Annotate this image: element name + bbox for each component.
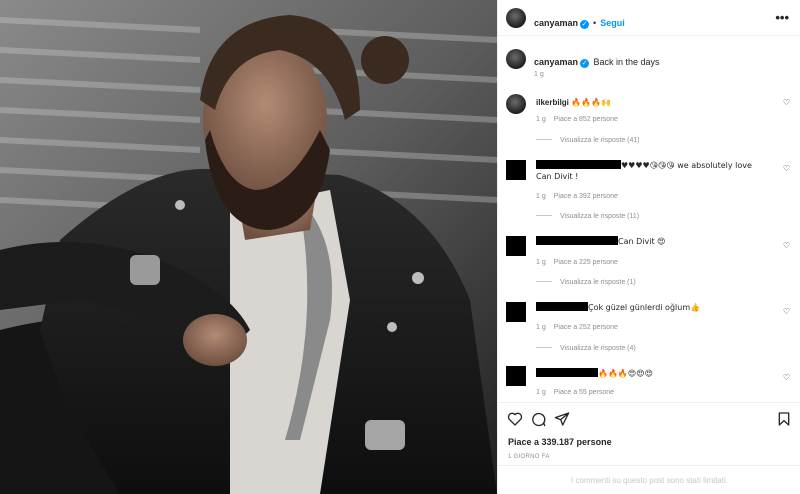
comments-limited-notice: I commenti su questo post sono stati lim…: [498, 465, 800, 494]
action-bar: Piace a 339.187 persone 1 GIORNO FA I co…: [498, 402, 800, 494]
redacted-username: [536, 368, 598, 377]
view-replies-button[interactable]: Visualizza le risposte (41): [536, 137, 640, 144]
comment-line: ilkerbilgi 🔥🔥🔥🙌: [536, 97, 766, 108]
comment-like-icon[interactable]: ♡: [783, 241, 790, 250]
comment-text: Çok güzel günlerdi oğlum👍: [588, 303, 701, 312]
comment-time: 1 g: [536, 193, 546, 200]
caption-avatar[interactable]: [506, 49, 526, 69]
comment-like-icon[interactable]: ♡: [783, 307, 790, 316]
comment-line: Can Divit 😍: [536, 236, 766, 247]
comment-line: 🔥🔥🔥😍😍😍: [536, 368, 766, 379]
comment-username[interactable]: ilkerbilgi: [536, 98, 569, 107]
view-replies-button[interactable]: Visualizza le risposte (4): [536, 345, 636, 352]
author-line: canyaman ✓ • Segui: [534, 13, 625, 31]
more-options-icon[interactable]: •••: [775, 10, 789, 25]
post-photo[interactable]: [0, 0, 497, 494]
post-image: [0, 0, 497, 494]
comment-likes[interactable]: Piace a 225 persone: [554, 259, 618, 266]
comment-line: Çok güzel günlerdi oğlum👍: [536, 302, 766, 313]
comment-meta: 1 g Piace a 225 persone: [536, 259, 626, 266]
caption-line: canyaman ✓ Back in the days: [534, 52, 660, 70]
instagram-post: canyaman ✓ • Segui ••• canyaman ✓ Back in th…: [0, 0, 800, 494]
comment-meta: 1 g Piace a 55 persone: [536, 389, 622, 396]
likes-count[interactable]: Piace a 339.187 persone: [508, 437, 612, 447]
comment-meta: 1 g Piace a 392 persone: [536, 193, 626, 200]
comment-text: 🔥🔥🔥🙌: [571, 98, 611, 107]
bookmark-icon[interactable]: [776, 411, 792, 427]
comment-meta: 1 g Piace a 852 persone: [536, 116, 626, 123]
comment-like-icon[interactable]: ♡: [783, 373, 790, 382]
redacted-username: [536, 160, 621, 169]
comment-time: 1 g: [536, 389, 546, 396]
comment-time: 1 g: [536, 116, 546, 123]
comment-like-icon[interactable]: ♡: [783, 98, 790, 107]
redacted-username: [536, 302, 588, 311]
redacted-avatar: [506, 366, 526, 386]
author-username[interactable]: canyaman: [534, 18, 578, 28]
comment-text: 🔥🔥🔥😍😍😍: [598, 369, 653, 378]
caption-time: 1 g: [534, 71, 544, 78]
caption-text: Back in the days: [593, 57, 660, 67]
post-header: canyaman ✓ • Segui •••: [498, 0, 800, 36]
comment-time: 1 g: [536, 324, 546, 331]
comment-line: ♥♥♥♥😘😘😘 we absolutely love Can Divit !: [536, 160, 766, 182]
comment-text: Can Divit 😍: [618, 237, 666, 246]
comment-likes[interactable]: Piace a 55 persone: [554, 389, 614, 396]
redacted-username: [536, 236, 618, 245]
comment-likes[interactable]: Piace a 852 persone: [554, 116, 618, 123]
separator-dot: •: [593, 18, 597, 28]
verified-badge-icon: ✓: [580, 20, 590, 29]
comment-like-icon[interactable]: ♡: [783, 164, 790, 173]
caption-username[interactable]: canyaman: [534, 57, 578, 67]
side-panel: canyaman ✓ • Segui ••• canyaman ✓ Back in th…: [497, 0, 800, 494]
view-replies-button[interactable]: Visualizza le risposte (11): [536, 213, 639, 220]
comment-likes[interactable]: Piace a 252 persone: [554, 324, 618, 331]
commenter-avatar[interactable]: [506, 94, 526, 114]
verified-badge-icon: ✓: [580, 59, 590, 68]
comment-likes[interactable]: Piace a 392 persone: [554, 193, 618, 200]
comment-meta: 1 g Piace a 252 persone: [536, 324, 626, 331]
redacted-avatar: [506, 160, 526, 180]
view-replies-button[interactable]: Visualizza le risposte (1): [536, 279, 636, 286]
heart-icon[interactable]: [507, 411, 523, 427]
follow-button[interactable]: Segui: [600, 18, 625, 28]
redacted-avatar: [506, 302, 526, 322]
comment-time: 1 g: [536, 259, 546, 266]
comment-icon[interactable]: [530, 411, 546, 427]
share-icon[interactable]: [554, 411, 570, 427]
redacted-avatar: [506, 236, 526, 256]
post-time: 1 GIORNO FA: [508, 454, 550, 460]
author-avatar[interactable]: [506, 8, 526, 28]
